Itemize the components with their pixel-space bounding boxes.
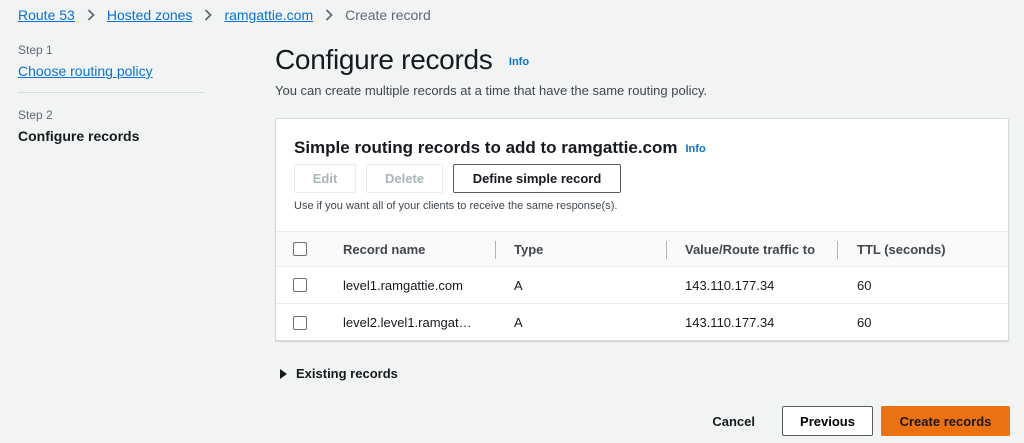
record-value: 143.110.177.34 (685, 315, 775, 330)
record-type: A (514, 315, 523, 330)
column-header-value[interactable]: Value/Route traffic to (685, 232, 815, 266)
existing-records-expander[interactable]: Existing records (280, 366, 398, 381)
row-checkbox[interactable] (293, 315, 307, 330)
row-select-cell (293, 267, 307, 303)
record-value: 143.110.177.34 (685, 277, 775, 293)
delete-button[interactable]: Delete (366, 164, 443, 193)
record-name: level2.level1.ramgat… (343, 315, 472, 330)
select-all-checkbox[interactable] (293, 242, 307, 256)
record-ttl: 60 (857, 315, 872, 330)
simple-records-panel: Simple routing records to add to ramgatt… (275, 118, 1009, 341)
row-select-cell (293, 304, 307, 341)
panel-title: Simple routing records to add to ramgatt… (294, 138, 706, 158)
edit-button[interactable]: Edit (294, 164, 356, 193)
wizard-footer: Cancel Previous Create records (712, 406, 1010, 436)
breadcrumb-route53[interactable]: Route 53 (18, 7, 75, 23)
step-divider (18, 92, 204, 93)
panel-title-text: Simple routing records to add to ramgatt… (294, 138, 678, 157)
records-table: Record name Type Value/Route traffic to … (276, 231, 1008, 341)
row-checkbox[interactable] (293, 278, 307, 292)
column-resizer[interactable] (666, 241, 667, 259)
record-ttl: 60 (857, 277, 872, 293)
column-resizer[interactable] (837, 241, 838, 259)
column-header-record-name[interactable]: Record name (343, 232, 425, 266)
step-1-link[interactable]: Choose routing policy (18, 63, 153, 79)
column-header-type[interactable]: Type (514, 232, 543, 266)
step-2-current: Configure records (18, 128, 140, 144)
panel-help-text: Use if you want all of your clients to r… (294, 200, 618, 212)
step-1-label: Step 1 (18, 43, 53, 57)
record-name: level1.ramgattie.com (343, 277, 463, 293)
select-all-cell (293, 232, 307, 266)
page-title: Configure records (275, 44, 493, 75)
breadcrumb-current: Create record (345, 7, 431, 23)
breadcrumb-zone[interactable]: ramgattie.com (224, 7, 313, 23)
chevron-right-icon (325, 9, 333, 21)
panel-info-link[interactable]: Info (686, 143, 706, 155)
column-resizer[interactable] (495, 241, 496, 259)
table-header: Record name Type Value/Route traffic to … (276, 231, 1008, 267)
define-simple-record-button[interactable]: Define simple record (453, 164, 621, 193)
step-2-label: Step 2 (18, 108, 53, 122)
existing-records-label: Existing records (296, 366, 398, 381)
chevron-right-icon (87, 9, 95, 21)
page-header: Configure records Info (275, 44, 529, 76)
page-description: You can create multiple records at a tim… (275, 83, 708, 98)
header-info-link[interactable]: Info (509, 56, 529, 68)
record-type: A (514, 277, 523, 293)
panel-actions: Edit Delete Define simple record (294, 164, 621, 193)
table-row[interactable]: level1.ramgattie.com A 143.110.177.34 60 (276, 267, 1008, 304)
create-records-button[interactable]: Create records (881, 406, 1010, 436)
caret-right-icon (280, 368, 287, 379)
previous-button[interactable]: Previous (782, 406, 873, 436)
cancel-button[interactable]: Cancel (712, 414, 755, 429)
chevron-right-icon (204, 9, 213, 21)
wizard-steps: Step 1 Choose routing policy Step 2 Conf… (18, 43, 204, 144)
breadcrumb-hosted-zones[interactable]: Hosted zones (107, 7, 193, 23)
table-row[interactable]: level2.level1.ramgat… A 143.110.177.34 6… (276, 304, 1008, 341)
breadcrumb: Route 53 Hosted zones ramgattie.com Crea… (18, 7, 431, 23)
column-header-ttl[interactable]: TTL (seconds) (857, 232, 946, 266)
